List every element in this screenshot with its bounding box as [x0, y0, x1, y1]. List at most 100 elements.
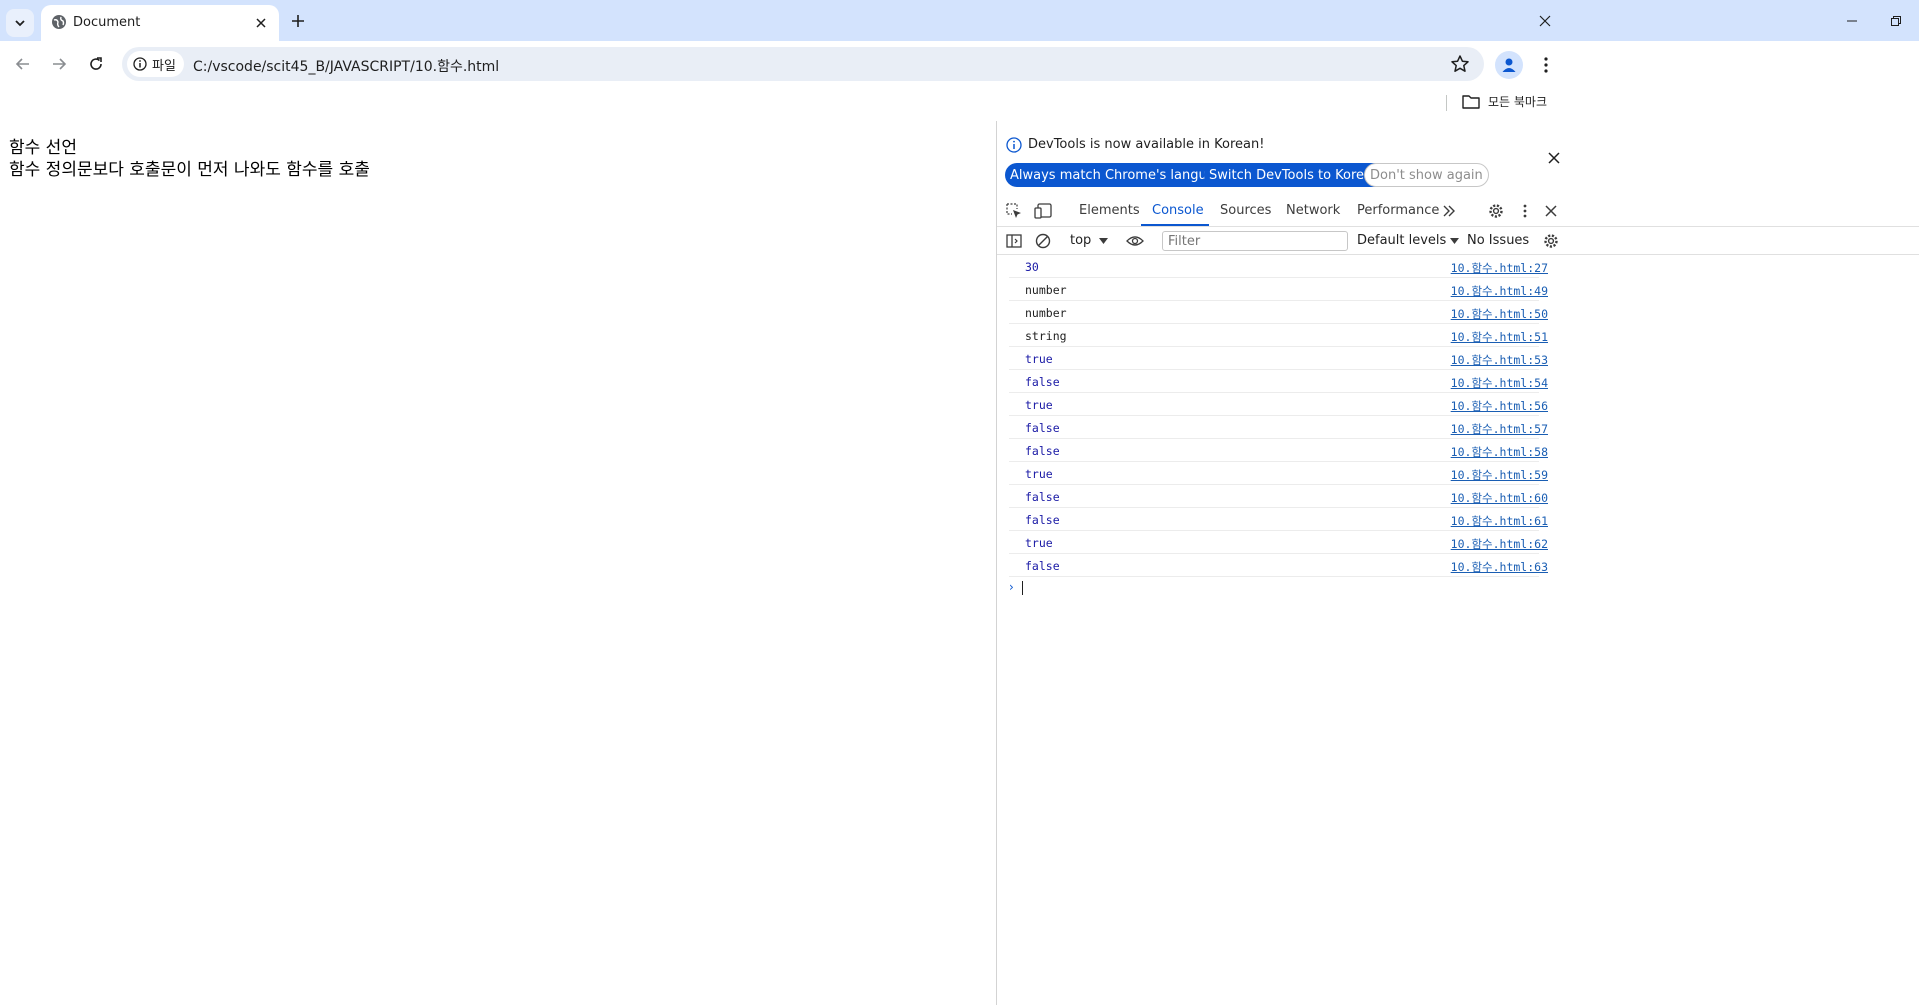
context-selector[interactable]: top	[1070, 233, 1109, 248]
console-source-link[interactable]: 10.함수.html:53	[1451, 352, 1548, 368]
console-source-link[interactable]: 10.함수.html:49	[1451, 283, 1548, 299]
more-tabs-button[interactable]	[1439, 201, 1459, 221]
console-message: number	[1025, 283, 1067, 297]
console-prompt[interactable]: ›	[1009, 577, 1919, 599]
always-match-language-button[interactable]: Always match Chrome's language	[1005, 163, 1236, 187]
console-row: false 10.함수.html:61	[1009, 508, 1548, 531]
console-source-link[interactable]: 10.함수.html:59	[1451, 467, 1548, 483]
devtools-language-infobar: DevTools is now available in Korean! Alw…	[997, 121, 1919, 197]
kebab-menu-icon	[1523, 204, 1527, 218]
console-source-link[interactable]: 10.함수.html:57	[1451, 421, 1548, 437]
arrow-left-icon	[15, 58, 29, 70]
tab-strip: Document	[0, 0, 1919, 41]
close-icon[interactable]	[1546, 150, 1562, 166]
minimize-button[interactable]	[1829, 0, 1875, 41]
console-source-link[interactable]: 10.함수.html:58	[1451, 444, 1548, 460]
devtools-menu-button[interactable]	[1515, 201, 1535, 221]
console-message: false	[1025, 375, 1060, 389]
person-icon	[1502, 58, 1516, 72]
tab-sources[interactable]: Sources	[1220, 203, 1271, 218]
console-row: 30 10.함수.html:27	[1009, 255, 1548, 278]
globe-icon	[52, 15, 66, 29]
block-icon	[1035, 233, 1051, 249]
back-button[interactable]	[9, 50, 37, 78]
console-source-link[interactable]: 10.함수.html:62	[1451, 536, 1548, 552]
active-tab-indicator	[1141, 224, 1209, 226]
restore-button[interactable]	[1873, 0, 1919, 41]
devtools-tab-bar: Elements Console Sources Network Perform…	[997, 197, 1919, 227]
forward-button[interactable]	[45, 50, 73, 78]
console-source-link[interactable]: 10.함수.html:51	[1451, 329, 1548, 345]
clear-console-button[interactable]	[1033, 231, 1053, 251]
show-sidebar-button[interactable]	[1004, 231, 1024, 251]
bookmarks-bar: 모든 북마크	[0, 87, 1919, 117]
browser-menu-button[interactable]	[1536, 54, 1556, 76]
all-bookmarks-button[interactable]: 모든 북마크	[1462, 93, 1547, 110]
issues-counter[interactable]: No Issues	[1467, 233, 1529, 248]
device-icon	[1034, 203, 1052, 219]
console-message: true	[1025, 467, 1053, 481]
close-icon	[1539, 15, 1551, 26]
dont-show-again-button[interactable]: Don't show again	[1364, 163, 1489, 187]
close-devtools-button[interactable]	[1541, 201, 1561, 221]
bookmark-star-icon[interactable]	[1450, 54, 1470, 74]
log-levels-label: Default levels	[1357, 233, 1447, 248]
tab-console[interactable]: Console	[1152, 203, 1204, 218]
console-filter-input[interactable]	[1162, 231, 1348, 251]
console-message: false	[1025, 559, 1060, 573]
site-info-chip[interactable]: 파일	[127, 51, 184, 77]
console-message: true	[1025, 398, 1053, 412]
restore-icon	[1891, 15, 1901, 26]
profile-avatar[interactable]	[1495, 51, 1523, 79]
tab-close-button[interactable]	[251, 13, 271, 33]
tab-search-button[interactable]	[6, 9, 34, 37]
console-message: false	[1025, 421, 1060, 435]
address-bar[interactable]: 파일 C:/vscode/scit45_B/JAVASCRIPT/10.함수.h…	[122, 47, 1484, 81]
close-window-button[interactable]	[1522, 0, 1568, 41]
info-icon	[133, 57, 147, 71]
inspect-element-button[interactable]	[1004, 201, 1024, 221]
console-row: true 10.함수.html:62	[1009, 531, 1548, 554]
tab-elements[interactable]: Elements	[1079, 203, 1140, 218]
url-text[interactable]: C:/vscode/scit45_B/JAVASCRIPT/10.함수.html	[193, 56, 499, 76]
console-source-link[interactable]: 10.함수.html:27	[1451, 260, 1548, 276]
console-source-link[interactable]: 10.함수.html:54	[1451, 375, 1548, 391]
console-row: false 10.함수.html:60	[1009, 485, 1548, 508]
console-message: number	[1025, 306, 1067, 320]
console-row: number 10.함수.html:50	[1009, 301, 1548, 324]
browser-tab[interactable]: Document	[41, 5, 279, 41]
devtools-settings-button[interactable]	[1486, 201, 1506, 221]
console-message: true	[1025, 536, 1053, 550]
devtools-panel: DevTools is now available in Korean! Alw…	[996, 121, 1919, 1005]
console-settings-button[interactable]	[1541, 231, 1561, 251]
kebab-menu-icon	[1544, 57, 1548, 73]
console-source-link[interactable]: 10.함수.html:61	[1451, 513, 1548, 529]
console-message: 30	[1025, 260, 1039, 274]
console-source-link[interactable]: 10.함수.html:50	[1451, 306, 1548, 322]
reload-button[interactable]	[82, 50, 110, 78]
close-icon	[256, 18, 266, 28]
minimize-icon	[1847, 20, 1857, 21]
new-tab-button[interactable]	[286, 9, 310, 33]
console-source-link[interactable]: 10.함수.html:60	[1451, 490, 1548, 506]
console-source-link[interactable]: 10.함수.html:63	[1451, 559, 1548, 575]
site-info-label: 파일	[152, 58, 176, 74]
switch-to-korean-button[interactable]: Switch DevTools to Korean	[1204, 163, 1386, 187]
console-row: number 10.함수.html:49	[1009, 278, 1548, 301]
sidebar-icon	[1006, 234, 1022, 248]
eye-icon	[1126, 236, 1144, 246]
live-expression-button[interactable]	[1125, 231, 1145, 251]
gear-icon	[1544, 234, 1558, 248]
console-source-link[interactable]: 10.함수.html:56	[1451, 398, 1548, 414]
console-message: true	[1025, 352, 1053, 366]
device-toolbar-button[interactable]	[1033, 201, 1053, 221]
console-message: false	[1025, 490, 1060, 504]
caret-down-icon	[1450, 237, 1460, 244]
tab-network[interactable]: Network	[1286, 203, 1340, 218]
log-levels-dropdown[interactable]: Default levels	[1357, 233, 1460, 248]
console-message: string	[1025, 329, 1067, 343]
caret-down-icon	[1099, 237, 1109, 244]
gear-icon	[1489, 204, 1503, 218]
prompt-chevron-icon: ›	[1009, 580, 1014, 594]
tab-performance[interactable]: Performance	[1357, 203, 1439, 218]
